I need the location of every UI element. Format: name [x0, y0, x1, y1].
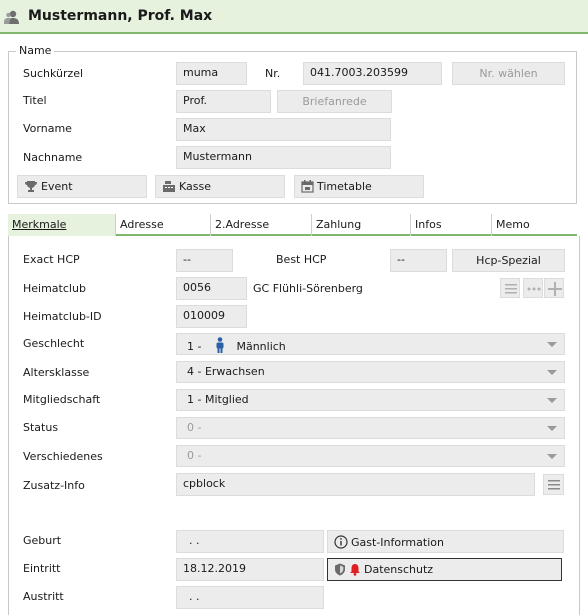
austritt-field[interactable]: . . — [176, 586, 324, 609]
tab-2-adresse-label: 2.Adresse — [215, 218, 270, 231]
suchkuerzel-field[interactable]: muma — [176, 62, 247, 85]
geschlecht-label: Geschlecht — [23, 337, 85, 350]
tab-merkmale-label: Merkmale — [12, 218, 67, 231]
austritt-label: Austritt — [23, 590, 64, 603]
add-button[interactable] — [544, 278, 564, 298]
nr-field[interactable]: 041.7003.203599 — [303, 62, 442, 85]
tab-adresse-label: Adresse — [120, 218, 164, 231]
more-button[interactable] — [523, 278, 543, 298]
altersklasse-label: Altersklasse — [23, 366, 90, 379]
zusatz-info-field[interactable]: cpblock — [176, 473, 535, 496]
vorname-field[interactable]: Max — [176, 118, 391, 141]
chevron-down-icon — [547, 398, 557, 403]
geburt-field[interactable]: . . — [176, 530, 324, 553]
datenschutz-label: Datenschutz — [364, 563, 434, 576]
chevron-down-icon — [547, 370, 557, 375]
geburt-label: Geburt — [23, 534, 62, 547]
status-label: Status — [23, 421, 59, 434]
vorname-label: Vorname — [23, 122, 72, 135]
tab-zahlung-label: Zahlung — [316, 218, 362, 231]
exact-hcp-label: Exact HCP — [23, 253, 80, 266]
datenschutz-button[interactable]: Datenschutz — [327, 558, 562, 581]
kasse-label: Kasse — [179, 180, 211, 193]
event-button[interactable]: Event — [17, 175, 147, 198]
chevron-down-icon — [547, 426, 557, 431]
verschiedenes-label: Verschiedenes — [23, 450, 103, 463]
status-select[interactable]: 0 - — [176, 417, 565, 439]
person-icon — [4, 9, 20, 25]
timetable-button[interactable]: Timetable — [294, 175, 424, 198]
heimatclub-label: Heimatclub — [23, 282, 86, 295]
kasse-button[interactable]: Kasse — [155, 175, 285, 198]
geschlecht-prefix: 1 - — [187, 340, 202, 353]
trophy-icon — [24, 180, 38, 196]
best-hcp-label: Best HCP — [276, 253, 327, 266]
plus-icon — [548, 282, 562, 296]
nachname-label: Nachname — [23, 151, 83, 164]
best-hcp-field[interactable]: -- — [390, 249, 447, 272]
geschlecht-select[interactable]: 1 - Männlich — [176, 333, 565, 355]
mitgliedschaft-value: 1 - Mitglied — [187, 393, 249, 406]
status-value: 0 - — [187, 421, 202, 434]
tab-2-adresse[interactable]: 2.Adresse — [211, 214, 312, 236]
zusatz-list-button[interactable] — [543, 474, 564, 495]
suchkuerzel-label: Suchkürzel — [23, 67, 84, 80]
hcp-spezial-button[interactable]: Hcp-Spezial — [452, 249, 565, 272]
bell-icon — [349, 563, 361, 579]
verschiedenes-select[interactable]: 0 - — [176, 445, 565, 467]
info-icon — [334, 535, 348, 552]
tab-adresse[interactable]: Adresse — [116, 214, 211, 236]
page-title: Mustermann, Prof. Max — [28, 8, 213, 24]
tab-infos[interactable]: Infos — [411, 214, 492, 236]
briefanrede-button[interactable]: Briefanrede — [277, 90, 392, 113]
heimatclub-id-field[interactable]: 010009 — [176, 305, 247, 328]
tab-merkmale[interactable]: Merkmale — [8, 214, 116, 236]
verschiedenes-value: 0 - — [187, 449, 202, 462]
nachname-field[interactable]: Mustermann — [176, 146, 391, 169]
male-icon — [216, 337, 224, 353]
eintritt-field[interactable]: 18.12.2019 — [176, 558, 324, 581]
event-label: Event — [41, 180, 73, 193]
heimatclub-name: GC Flühli-Sörenberg — [253, 282, 363, 295]
titel-field[interactable]: Prof. — [176, 90, 271, 113]
heimatclub-id-label: Heimatclub-ID — [23, 310, 102, 323]
chevron-down-icon — [547, 342, 557, 347]
list-icon — [505, 284, 517, 294]
eintritt-label: Eintritt — [23, 562, 61, 575]
list-button[interactable] — [500, 278, 520, 298]
calendar-icon — [301, 180, 314, 196]
tab-zahlung[interactable]: Zahlung — [312, 214, 411, 236]
shield-icon — [334, 563, 346, 579]
altersklasse-select[interactable]: 4 - Erwachsen — [176, 361, 565, 383]
heimatclub-code-field[interactable]: 0056 — [176, 277, 247, 300]
chevron-down-icon — [547, 454, 557, 459]
exact-hcp-field[interactable]: -- — [176, 249, 233, 272]
gast-information-button[interactable]: Gast-Information — [327, 530, 564, 553]
gast-information-label: Gast-Information — [351, 536, 444, 549]
geschlecht-value: Männlich — [236, 340, 286, 353]
cash-register-icon — [162, 180, 176, 196]
tab-infos-label: Infos — [415, 218, 442, 231]
nr-waehlen-button[interactable]: Nr. wählen — [452, 62, 565, 85]
timetable-label: Timetable — [317, 180, 372, 193]
list-icon — [548, 480, 560, 490]
ellipsis-icon — [527, 287, 541, 291]
titel-label: Titel — [23, 94, 47, 107]
tab-memo[interactable]: Memo — [492, 214, 577, 236]
mitgliedschaft-select[interactable]: 1 - Mitglied — [176, 389, 565, 411]
name-group-legend: Name — [16, 44, 55, 57]
altersklasse-value: 4 - Erwachsen — [187, 365, 265, 378]
tab-memo-label: Memo — [496, 218, 530, 231]
nr-label: Nr. — [265, 67, 281, 80]
zusatz-info-label: Zusatz-Info — [23, 479, 85, 492]
mitgliedschaft-label: Mitgliedschaft — [23, 393, 101, 406]
